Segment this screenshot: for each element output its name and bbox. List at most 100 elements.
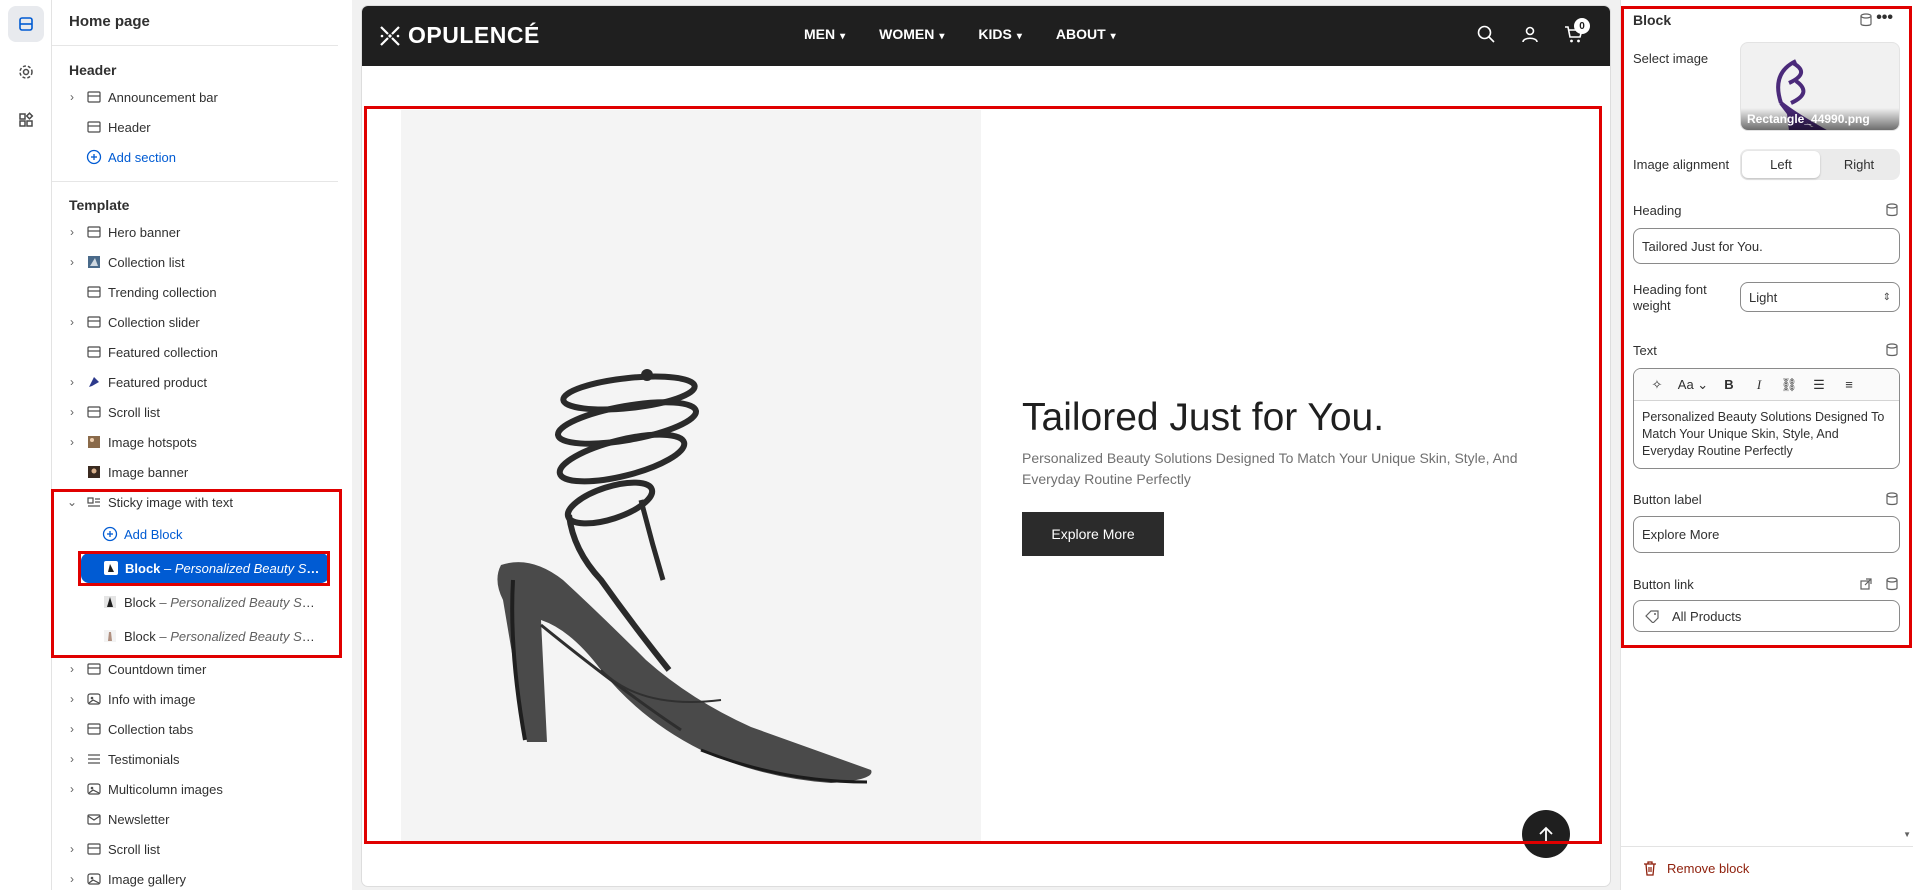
- section-scroll-list[interactable]: › Scroll list: [52, 398, 338, 426]
- rich-text-content[interactable]: Personalized Beauty Solutions Designed T…: [1634, 401, 1899, 468]
- nav-item-women[interactable]: WOMEN ▾: [879, 26, 944, 42]
- section-multicolumn-images[interactable]: › Multicolumn images: [52, 775, 338, 803]
- settings-gear-icon[interactable]: [8, 54, 44, 90]
- header-icons: [1476, 24, 1584, 44]
- section-countdown-timer[interactable]: › Countdown timer: [52, 655, 338, 683]
- select-arrows-icon: ⇕: [1882, 291, 1891, 303]
- button-label-input[interactable]: Explore More: [1633, 516, 1900, 553]
- block-item[interactable]: Block – Personalized Beauty Sol...: [52, 588, 338, 616]
- numbered-list-icon[interactable]: ≡: [1834, 377, 1864, 392]
- image-alignment-toggle: Left Right: [1740, 149, 1900, 180]
- nav-item-men[interactable]: MEN ▾: [804, 26, 845, 42]
- section-label: Image banner: [108, 464, 189, 480]
- list-icon: [88, 754, 100, 764]
- alignment-left-option[interactable]: Left: [1742, 151, 1820, 178]
- chevron-right-icon[interactable]: ›: [66, 315, 78, 329]
- store-preview: OPULENCÉ MEN▾ WOMEN▾ KIDS▾ ABOUT▾ 0: [362, 6, 1610, 886]
- chevron-right-icon[interactable]: ›: [66, 692, 78, 706]
- tag-icon: [1645, 610, 1659, 623]
- heading-input[interactable]: Tailored Just for You.: [1633, 228, 1900, 264]
- heading-font-weight-select[interactable]: Light ⇕: [1740, 282, 1900, 312]
- nav-item-about[interactable]: ABOUT ▾: [1056, 26, 1116, 42]
- section-collection-slider[interactable]: › Collection slider: [52, 308, 338, 336]
- block-label: Block – Personalized Beauty Sol...: [124, 628, 320, 644]
- high-heel-shoe-image: [497, 369, 872, 784]
- search-icon[interactable]: [1476, 24, 1496, 44]
- ai-sparkle-icon[interactable]: ✧: [1642, 377, 1672, 393]
- chevron-right-icon[interactable]: ›: [66, 90, 78, 104]
- section-sticky-image-with-text[interactable]: ⌄ Sticky image with text: [52, 488, 338, 516]
- sections-icon[interactable]: [8, 6, 44, 42]
- italic-icon[interactable]: I: [1744, 377, 1774, 393]
- image-picker-thumbnail[interactable]: Rectangle_44990.png: [1740, 42, 1900, 131]
- external-link-icon[interactable]: [1859, 577, 1873, 591]
- chevron-right-icon[interactable]: ›: [66, 752, 78, 766]
- section-icon: [87, 346, 101, 358]
- chevron-right-icon[interactable]: ›: [66, 405, 78, 419]
- section-label: Scroll list: [108, 404, 161, 420]
- more-options-icon[interactable]: •••: [1876, 9, 1893, 27]
- chevron-right-icon[interactable]: ›: [66, 435, 78, 449]
- section-featured-collection[interactable]: Featured collection: [52, 338, 338, 366]
- section-featured-product[interactable]: › Featured product: [52, 368, 338, 396]
- alignment-right-option[interactable]: Right: [1820, 151, 1898, 178]
- chevron-right-icon[interactable]: ›: [66, 872, 78, 886]
- chevron-right-icon[interactable]: ›: [66, 225, 78, 239]
- chevron-right-icon[interactable]: ›: [66, 662, 78, 676]
- add-section-button[interactable]: Add section: [52, 143, 338, 171]
- add-block-button[interactable]: Add Block: [52, 520, 338, 548]
- scroll-down-arrow[interactable]: ▼: [1903, 830, 1911, 839]
- store-logo[interactable]: OPULENCÉ: [378, 22, 540, 49]
- section-newsletter[interactable]: Newsletter: [52, 805, 338, 833]
- section-label: Info with image: [108, 691, 196, 707]
- dynamic-source-icon[interactable]: [1885, 343, 1899, 357]
- mail-icon: [87, 814, 101, 825]
- section-trending-collection[interactable]: Trending collection: [52, 278, 338, 306]
- dynamic-source-icon[interactable]: [1885, 203, 1899, 217]
- section-label: Newsletter: [108, 811, 170, 827]
- section-image-gallery[interactable]: › Image gallery: [52, 865, 338, 890]
- account-icon[interactable]: [1520, 24, 1540, 44]
- chevron-right-icon[interactable]: ›: [66, 255, 78, 269]
- apps-icon[interactable]: [8, 102, 44, 138]
- section-collection-tabs[interactable]: › Collection tabs: [52, 715, 338, 743]
- section-info-with-image[interactable]: › Info with image: [52, 685, 338, 713]
- image-text-icon: [87, 497, 100, 507]
- chevron-right-icon[interactable]: ›: [66, 722, 78, 736]
- button-link-input[interactable]: All Products: [1633, 600, 1900, 632]
- dynamic-source-icon[interactable]: [1859, 13, 1873, 27]
- section-icon: [87, 723, 101, 735]
- hero-text: Personalized Beauty Solutions Designed T…: [1022, 450, 1518, 487]
- section-header[interactable]: Header: [52, 113, 338, 141]
- add-block-label: Add Block: [124, 526, 183, 542]
- chevron-down-icon[interactable]: ⌄: [66, 495, 78, 509]
- section-hero-banner[interactable]: › Hero banner: [52, 218, 338, 246]
- chevron-down-icon: ▾: [1110, 31, 1116, 42]
- section-image-hotspots[interactable]: › Image hotspots: [52, 428, 338, 456]
- chevron-right-icon[interactable]: ›: [66, 375, 78, 389]
- section-announcement-bar[interactable]: › Announcement bar: [52, 83, 338, 111]
- nav-item-kids[interactable]: KIDS ▾: [978, 26, 1021, 42]
- text-format-dropdown[interactable]: Aa ⌄: [1672, 377, 1714, 393]
- remove-block-button[interactable]: Remove block: [1643, 861, 1749, 876]
- heading-label: Heading: [1633, 203, 1682, 218]
- dynamic-source-icon[interactable]: [1885, 577, 1899, 591]
- section-scroll-list-2[interactable]: › Scroll list: [52, 835, 338, 863]
- section-testimonials[interactable]: › Testimonials: [52, 745, 338, 773]
- button-link-label: Button link: [1633, 577, 1694, 592]
- block-item[interactable]: Block – Personalized Beauty Sol...: [52, 622, 338, 650]
- explore-more-button[interactable]: Explore More: [1022, 512, 1164, 556]
- block-item-selected[interactable]: Block – Personalized Beauty Sol...: [81, 553, 329, 583]
- section-collection-list[interactable]: › Collection list: [52, 248, 338, 276]
- bold-icon[interactable]: B: [1714, 377, 1744, 392]
- bullet-list-icon[interactable]: ☰: [1804, 377, 1834, 393]
- chevron-right-icon[interactable]: ›: [66, 842, 78, 856]
- link-icon[interactable]: ⛓: [1774, 377, 1804, 393]
- dynamic-source-icon[interactable]: [1885, 492, 1899, 506]
- section-icon: [87, 226, 101, 238]
- section-image-banner[interactable]: Image banner: [52, 458, 338, 486]
- block-image-icon: [104, 561, 118, 575]
- rich-text-editor[interactable]: ✧ Aa ⌄ B I ⛓ ☰ ≡ Personalized Beauty Sol…: [1633, 368, 1900, 469]
- scroll-to-top-button[interactable]: [1522, 810, 1570, 858]
- chevron-right-icon[interactable]: ›: [66, 782, 78, 796]
